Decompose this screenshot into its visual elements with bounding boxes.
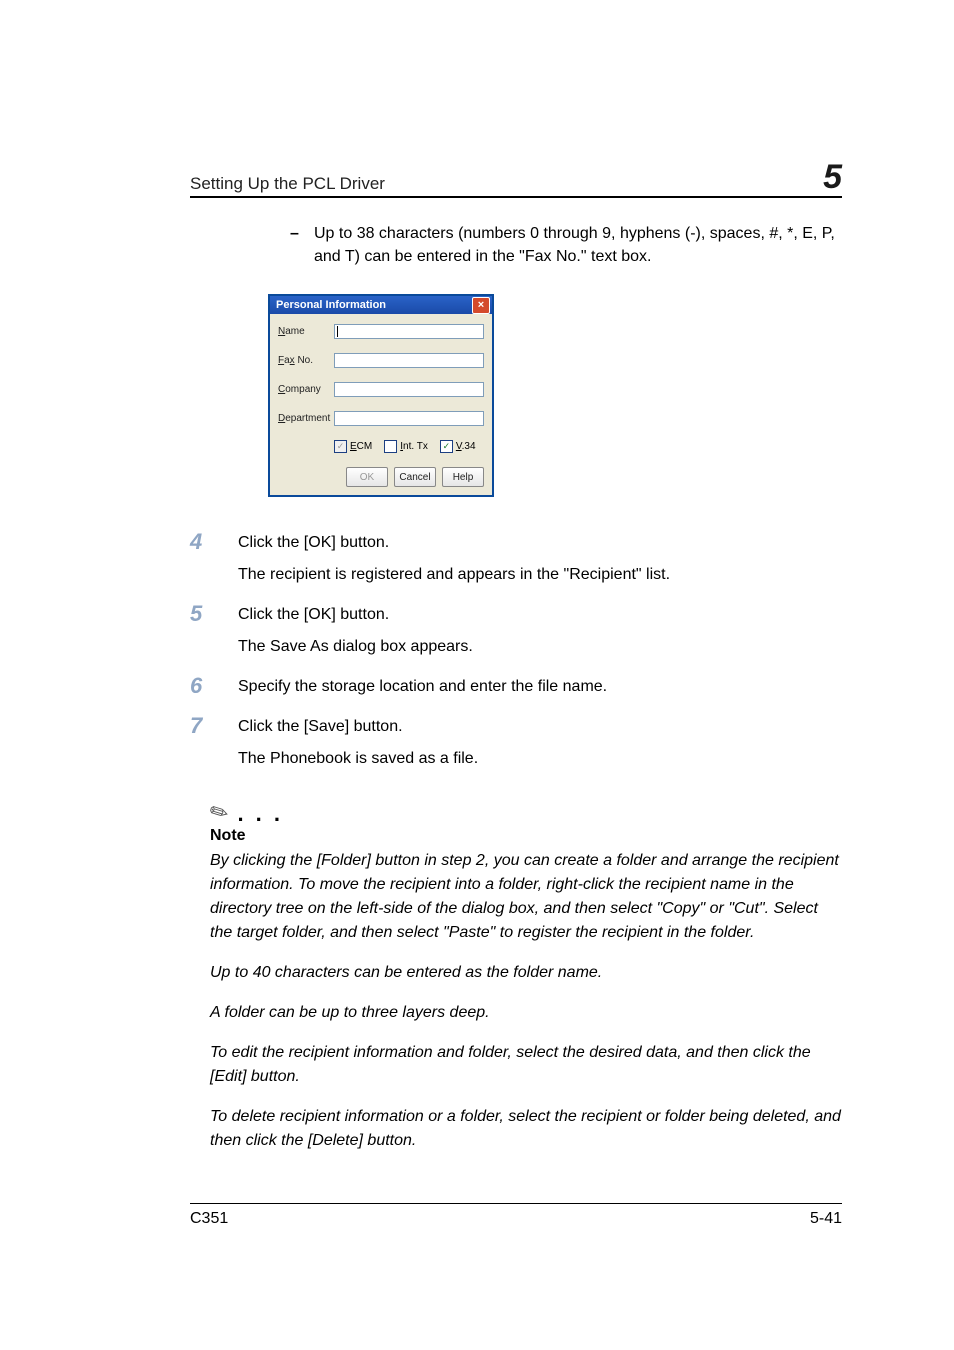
note-paragraph: To delete recipient information or a fol… (210, 1105, 842, 1153)
step-text: Click the [OK] button. (238, 603, 842, 627)
page-header: Setting Up the PCL Driver 5 (190, 160, 842, 194)
inttx-checkbox[interactable] (384, 440, 397, 453)
name-label: Name (278, 326, 334, 337)
ecm-label: ECM (350, 441, 372, 452)
step-5: 5 Click the [OK] button. The Save As dia… (190, 603, 842, 667)
step-text: Click the [Save] button. (238, 715, 842, 739)
step-text: The Phonebook is saved as a file. (238, 747, 842, 771)
dialog-title-text: Personal Information (276, 299, 386, 311)
step-text: Click the [OK] button. (238, 531, 842, 555)
company-label: Company (278, 384, 334, 395)
step-number: 6 (190, 675, 228, 707)
note-paragraph: To edit the recipient information and fo… (210, 1041, 842, 1089)
checkbox-row: ✓ ECM Int. Tx ✓ V.34 (334, 440, 484, 453)
step-text: The recipient is registered and appears … (238, 563, 842, 587)
inttx-label: Int. Tx (400, 441, 428, 452)
ellipsis-icon: . . . (237, 801, 283, 827)
step-6: 6 Specify the storage location and enter… (190, 675, 842, 707)
cancel-button[interactable]: Cancel (394, 467, 436, 487)
close-icon[interactable]: × (472, 297, 490, 314)
dialog-titlebar: Personal Information × (270, 296, 492, 314)
v34-label: V.34 (456, 441, 476, 452)
step-number: 7 (190, 715, 228, 779)
faxno-input[interactable] (334, 353, 484, 368)
v34-checkbox[interactable]: ✓ (440, 440, 453, 453)
step-7: 7 Click the [Save] button. The Phonebook… (190, 715, 842, 779)
section-title: Setting Up the PCL Driver (190, 174, 385, 194)
help-button[interactable]: Help (442, 467, 484, 487)
ok-button[interactable]: OK (346, 467, 388, 487)
step-4: 4 Click the [OK] button. The recipient i… (190, 531, 842, 595)
name-input[interactable] (334, 324, 484, 339)
footer-left: C351 (190, 1210, 228, 1228)
page-footer: C351 5-41 (190, 1203, 842, 1228)
paperclip-icon: ✎ (205, 796, 236, 829)
step-text: The Save As dialog box appears. (238, 635, 842, 659)
step-text: Specify the storage location and enter t… (238, 675, 842, 699)
note-paragraph: A folder can be up to three layers deep. (210, 1001, 842, 1025)
personal-info-dialog: Personal Information × Name Fax No. Comp… (268, 294, 494, 497)
faxno-label: Fax No. (278, 355, 334, 366)
company-input[interactable] (334, 382, 484, 397)
footer-right: 5-41 (810, 1210, 842, 1228)
header-rule (190, 196, 842, 198)
step-number: 5 (190, 603, 228, 667)
note-block: ✎ . . . Note By clicking the [Folder] bu… (210, 799, 842, 1153)
department-label: Department (278, 413, 334, 424)
bullet-text: Up to 38 characters (numbers 0 through 9… (314, 222, 842, 268)
note-heading: Note (210, 827, 842, 845)
chapter-number: 5 (823, 160, 842, 194)
bullet-dash: – (290, 222, 314, 268)
step-number: 4 (190, 531, 228, 595)
note-paragraph: Up to 40 characters can be entered as th… (210, 961, 842, 985)
footer-rule (190, 1203, 842, 1204)
note-paragraph: By clicking the [Folder] button in step … (210, 849, 842, 945)
ecm-checkbox[interactable]: ✓ (334, 440, 347, 453)
bullet-line: – Up to 38 characters (numbers 0 through… (290, 222, 842, 268)
department-input[interactable] (334, 411, 484, 426)
note-icon: ✎ . . . (210, 799, 842, 825)
